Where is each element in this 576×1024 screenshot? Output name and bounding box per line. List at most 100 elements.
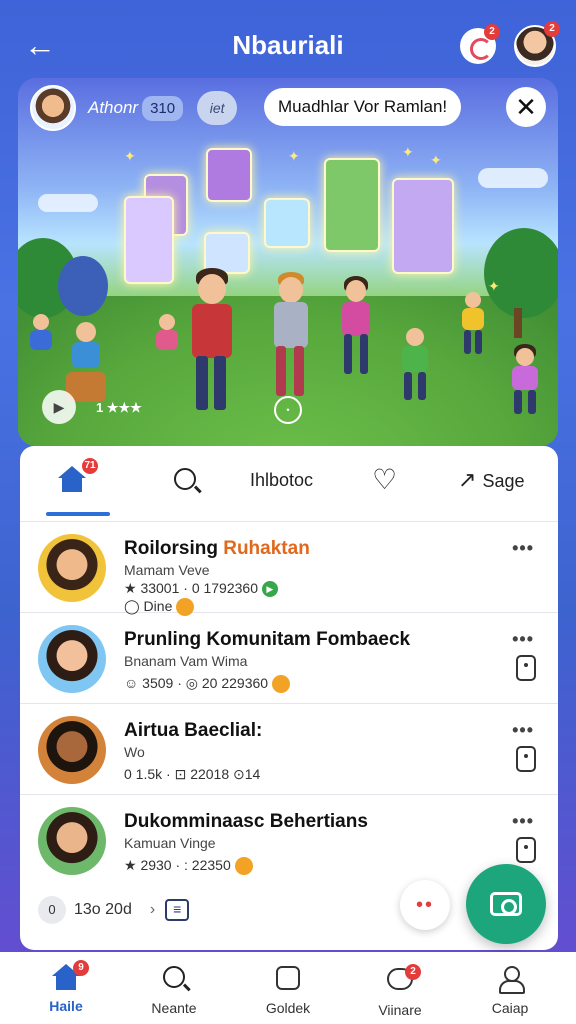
item-title: Roilorsing Ruhaktan [124, 538, 310, 559]
author-count: 310 [142, 95, 184, 121]
nav-messages-badge: 2 [405, 964, 421, 980]
author-name: Athonr [88, 98, 139, 117]
photo-frame [124, 196, 174, 284]
emoji-icon [234, 857, 253, 876]
nav-camera[interactable]: Goldek [238, 964, 338, 1016]
play-icon: ▶ [261, 581, 278, 598]
avatar-badge: 2 [544, 21, 560, 37]
item-title: Airtua Baeclial: [124, 720, 263, 741]
child-figure [508, 344, 542, 420]
child-figure [458, 292, 488, 362]
more-options-icon[interactable]: ••• [512, 811, 534, 832]
nav-label: Goldek [265, 1000, 311, 1016]
avatar [38, 716, 106, 784]
author-chip[interactable]: Athonr 310 iet [30, 85, 238, 131]
profile-avatar[interactable]: 2 [514, 21, 560, 67]
tab-search[interactable] [174, 462, 202, 498]
child-figure [66, 322, 106, 402]
more-options-icon[interactable]: ••• [512, 538, 534, 559]
lock-icon[interactable] [516, 837, 536, 863]
active-tab-indicator [46, 512, 110, 516]
nav-search[interactable]: Neante [124, 964, 224, 1016]
tab-favorites[interactable]: ♡ [372, 462, 402, 498]
tree-illustration [484, 228, 558, 318]
search-icon [159, 966, 189, 996]
timer-text: 13o 20d [74, 901, 132, 918]
hero-banner: ✦ ✦ ✦ ✦ ✦ [18, 78, 558, 446]
photo-frame [392, 178, 454, 274]
item-title: Prunling Komunitam Fombaeck [124, 629, 411, 650]
list-item[interactable]: Airtua Baeclial: Wo 0 1.5k · ⊡ 22018 ⊙14… [20, 704, 558, 795]
child-figure [336, 276, 376, 386]
item-subtitle: Bnanam Vam Wima [124, 653, 248, 669]
avatar [38, 807, 106, 875]
author-tag[interactable]: iet [197, 91, 238, 125]
carousel-indicator[interactable]: • [274, 396, 302, 424]
notification-button[interactable]: 2 [460, 24, 500, 64]
tab-share-label: Sage [482, 471, 525, 491]
tab-bar: 71 Ihlbotoc ♡ ↗ Sage [20, 446, 558, 522]
nav-profile[interactable]: Caiap [460, 964, 560, 1016]
list-item[interactable]: Roilorsing Ruhaktan Mamam Veve ★ 33001 ·… [20, 522, 558, 617]
notification-badge: 2 [484, 24, 500, 40]
item-stats: ★ 2930 · : 22350 [124, 857, 253, 876]
child-figure [266, 272, 316, 412]
heart-icon: ♡ [372, 464, 398, 495]
photo-frame [324, 158, 380, 252]
nav-label: Neante [151, 1000, 197, 1016]
chevron-right-icon[interactable]: › [150, 901, 155, 919]
rating-stars: 1 ★★★ [96, 400, 142, 415]
options-button[interactable]: •• [400, 880, 450, 930]
share-icon: ↗ [458, 467, 477, 492]
close-button[interactable]: ✕ [506, 87, 546, 127]
photo-frame [206, 148, 252, 202]
child-figure [182, 268, 242, 418]
camera-icon [273, 966, 303, 996]
nav-home-badge: 9 [73, 960, 89, 976]
tree-trunk [514, 308, 522, 338]
home-icon: 9 [51, 960, 89, 994]
item-subtitle: Kamuan Vinge [124, 835, 216, 851]
more-options-icon[interactable]: ••• [512, 629, 534, 650]
list-item[interactable]: Dukomminaasc Behertians Kamuan Vinge ★ 2… [20, 795, 558, 886]
child-figure [152, 314, 182, 360]
cloud-illustration [38, 194, 98, 212]
photo-frame [264, 198, 310, 248]
search-icon [174, 468, 196, 490]
camera-icon [490, 892, 522, 916]
avatar [38, 625, 106, 693]
camera-fab-button[interactable] [466, 864, 546, 944]
list-item[interactable]: Prunling Komunitam Fombaeck Bnanam Vam W… [20, 613, 558, 704]
item-stats: ☺ 3509 · ◎ 20 229360 [124, 675, 290, 694]
child-figure [398, 328, 432, 408]
author-avatar [30, 85, 76, 131]
tab-home-badge: 71 [82, 458, 98, 474]
community-list: Roilorsing Ruhaktan Mamam Veve ★ 33001 ·… [20, 522, 558, 886]
announcement-pill[interactable]: Muadhlar Vor Ramlan! [264, 88, 462, 126]
lock-icon[interactable] [516, 746, 536, 772]
play-icon[interactable]: ▶ [42, 390, 76, 424]
bottom-navigation: 9 Haile Neante Goldek 2 Viinare Caiap [0, 952, 576, 1024]
tab-share[interactable]: ↗ Sage [458, 462, 524, 498]
nav-label: Haile [49, 998, 83, 1014]
sparkle-icon: ✦ [124, 148, 136, 164]
sparkle-icon: ✦ [288, 148, 300, 164]
footer-row: 0 13o 20d › ≡ [38, 896, 190, 924]
tab-middle[interactable]: Ihlbotoc [250, 462, 313, 498]
cloud-illustration [478, 168, 548, 188]
nav-label: Caiap [491, 1000, 529, 1016]
child-figure [26, 314, 56, 360]
list-icon[interactable]: ≡ [165, 899, 190, 921]
lock-icon[interactable] [516, 655, 536, 681]
item-stats: ★ 33001 · 0 1792360 ▶ [124, 580, 278, 598]
item-stats: 0 1.5k · ⊡ 22018 ⊙14 [124, 766, 261, 782]
nav-messages[interactable]: 2 Viinare [350, 964, 450, 1018]
nav-home[interactable]: 9 Haile [16, 960, 116, 1014]
person-icon [495, 966, 525, 996]
sparkle-icon: ✦ [488, 278, 500, 294]
clock-icon: 0 [38, 896, 66, 924]
item-title: Dukomminaasc Behertians [124, 811, 368, 832]
top-app-bar: ← Nbauriali 2 2 [0, 0, 576, 90]
tab-home[interactable]: 71 [58, 458, 98, 498]
more-options-icon[interactable]: ••• [512, 720, 534, 741]
